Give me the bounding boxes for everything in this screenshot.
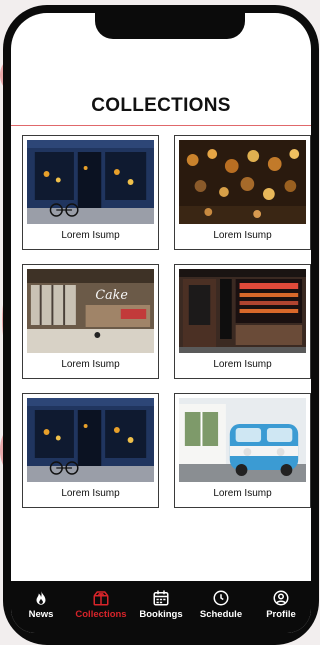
tab-bookings[interactable]: Bookings	[133, 589, 189, 620]
collection-image-blue-storefront	[27, 398, 154, 482]
tab-label: Schedule	[199, 609, 243, 620]
collection-card[interactable]: Lorem Isump	[174, 393, 311, 508]
flame-icon	[36, 590, 46, 605]
tab-label: Profile	[266, 609, 296, 620]
collection-image-blue-storefront	[27, 140, 154, 224]
tab-schedule[interactable]: Schedule	[193, 589, 249, 620]
title-divider	[11, 125, 311, 126]
calendar-icon	[153, 590, 169, 606]
collection-label: Lorem Isump	[213, 230, 272, 241]
tab-profile[interactable]: Profile	[253, 589, 309, 620]
collection-image-cafe: Cake	[27, 269, 154, 353]
collection-image-lanterns	[179, 140, 306, 224]
tab-label: Collections	[75, 609, 127, 620]
collections-grid: Lorem Isump Lorem Isump Cake Lorem Isump…	[22, 135, 311, 508]
box-icon	[93, 591, 109, 606]
collection-card[interactable]: Lorem Isump	[22, 393, 159, 508]
page-title: COLLECTIONS	[91, 95, 231, 116]
collection-label: Lorem Isump	[213, 488, 272, 499]
collection-label: Lorem Isump	[213, 359, 272, 370]
bottom-tab-bar: News Collections Bookings Schedule Profi…	[11, 581, 311, 633]
collection-image-night-shop	[179, 269, 306, 353]
collection-card[interactable]: Lorem Isump	[174, 135, 311, 250]
app-screen: COLLECTIONS Lorem Isump Lorem Isump Cake…	[11, 13, 311, 633]
user-circle-icon	[273, 590, 289, 606]
phone-frame: COLLECTIONS Lorem Isump Lorem Isump Cake…	[3, 5, 319, 645]
svg-text:Cake: Cake	[95, 288, 128, 303]
phone-notch	[95, 13, 245, 39]
tab-collections[interactable]: Collections	[73, 589, 129, 620]
clock-icon	[213, 590, 229, 606]
collection-label: Lorem Isump	[61, 230, 120, 241]
collection-image-vw-van	[179, 398, 306, 482]
collection-label: Lorem Isump	[61, 488, 120, 499]
tab-label: Bookings	[139, 609, 183, 620]
collection-card[interactable]: Lorem Isump	[174, 264, 311, 379]
tab-label: News	[28, 609, 54, 620]
collection-label: Lorem Isump	[61, 359, 120, 370]
collection-card[interactable]: Cake Lorem Isump	[22, 264, 159, 379]
collection-card[interactable]: Lorem Isump	[22, 135, 159, 250]
tab-news[interactable]: News	[13, 589, 69, 620]
